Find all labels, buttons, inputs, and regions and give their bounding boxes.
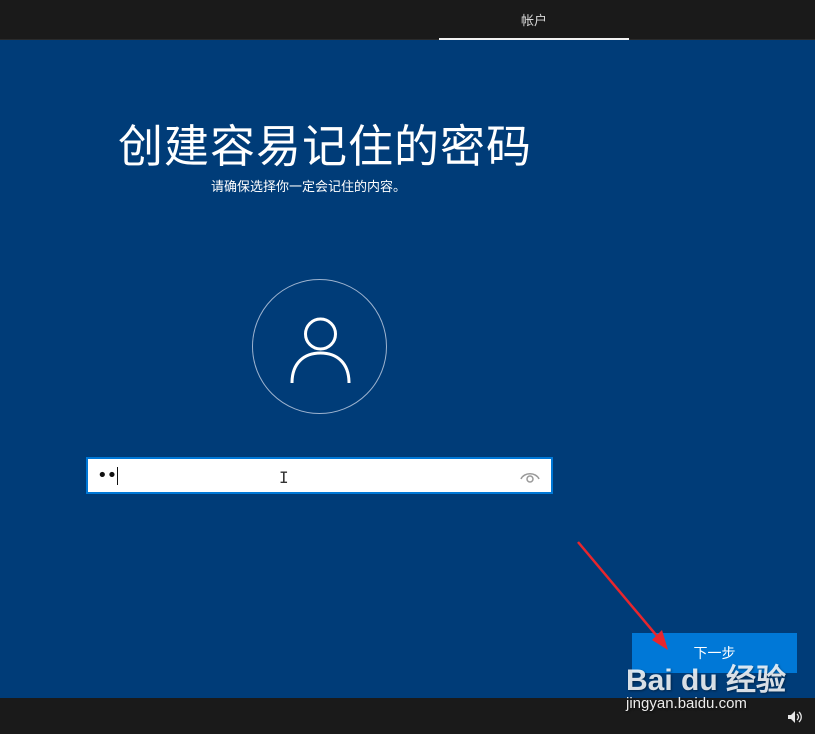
page-title: 创建容易记住的密码 [118, 120, 533, 173]
top-bar: 帐户 [0, 0, 815, 40]
bottom-bar [0, 698, 815, 734]
eye-icon[interactable] [519, 466, 541, 486]
user-icon [290, 317, 351, 384]
password-value: •• [97, 465, 117, 486]
tab-account: 帐户 [520, 14, 547, 29]
speaker-icon[interactable] [787, 710, 803, 724]
page-subtitle: 请确保选择你一定会记住的内容。 [211, 180, 407, 195]
password-input[interactable]: •• I [86, 457, 553, 494]
avatar [252, 279, 387, 414]
setup-window: 帐户 创建容易记住的密码 请确保选择你一定会记住的内容。 •• I 下一步 Ba… [0, 0, 815, 734]
ibeam-cursor-icon: I [279, 468, 289, 487]
next-button[interactable]: 下一步 [632, 633, 797, 673]
text-caret [117, 467, 118, 485]
